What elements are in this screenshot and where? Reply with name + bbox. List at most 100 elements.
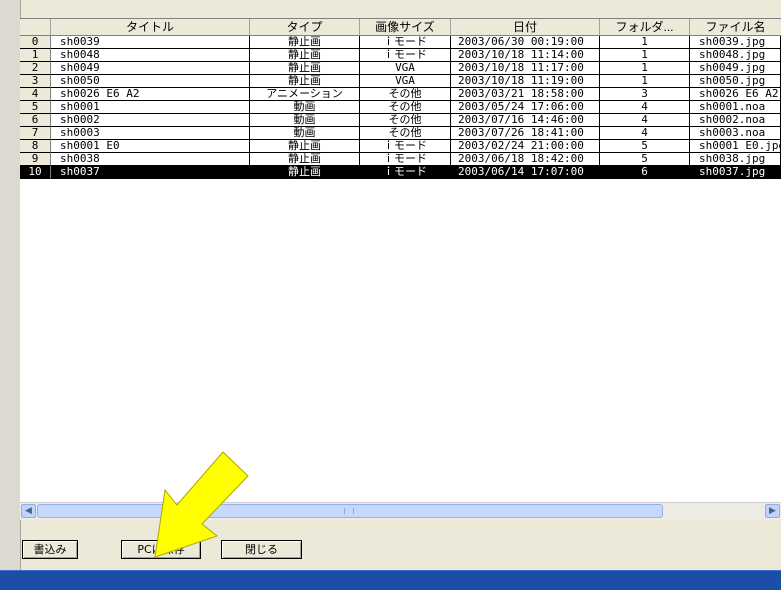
table-row[interactable]: 9 sh0038 静止画 ｉモード 2003/06/18 18:42:00 5 sh0038… [20,153,781,166]
scroll-right-arrow-icon[interactable]: ▶ [765,504,780,518]
cell-file: sh0002.noa [690,114,781,127]
cell-title: sh0050 [51,75,250,88]
column-header-date[interactable]: 日付 [451,19,600,36]
cell-title: sh0049 [51,62,250,75]
cell-date: 2003/05/24 17:06:00 [451,101,600,114]
table-row[interactable]: 10 sh0037 静止画 ｉモード 2003/06/14 17:07:00 6 sh003… [20,166,781,179]
table-row[interactable]: 6 sh0002 動画 その他 2003/07/16 14:46:00 4 sh0002.n… [20,114,781,127]
cell-title: sh0001 E0 [51,140,250,153]
cell-folder: 1 [600,36,690,49]
column-header-image-size[interactable]: 画像サイズ [360,19,451,36]
cell-file: sh0050.jpg [690,75,781,88]
scroll-left-arrow-icon[interactable]: ◀ [21,504,36,518]
cell-idx: 2 [20,62,51,75]
close-button[interactable]: 閉じる [221,540,302,559]
column-header-title[interactable]: タイトル [51,19,250,36]
table-row[interactable]: 2 sh0049 静止画 VGA 2003/10/18 11:17:00 1 sh0049.… [20,62,781,75]
cell-folder: 1 [600,62,690,75]
cell-date: 2003/03/21 18:58:00 [451,88,600,101]
cell-type: 静止画 [250,36,360,49]
table-row[interactable]: 3 sh0050 静止画 VGA 2003/10/18 11:19:00 1 sh0050.… [20,75,781,88]
cell-file: sh0037.jpg [690,166,781,179]
cell-folder: 4 [600,127,690,140]
cell-title: sh0037 [51,166,250,179]
file-list-grid[interactable]: タイトル タイプ 画像サイズ 日付 フォルダ... ファイル名 0 sh0039 静… [20,18,781,503]
column-header-type[interactable]: タイプ [250,19,360,36]
table-row[interactable]: 0 sh0039 静止画 ｉモード 2003/06/30 00:19:00 1 sh0039… [20,36,781,49]
table-row[interactable]: 5 sh0001 動画 その他 2003/05/24 17:06:00 4 sh0001.n… [20,101,781,114]
cell-folder: 3 [600,88,690,101]
table-row[interactable]: 7 sh0003 動画 その他 2003/07/26 18:41:00 4 sh0003.n… [20,127,781,140]
cell-file: sh0038.jpg [690,153,781,166]
cell-size: VGA [360,75,451,88]
cell-idx: 7 [20,127,51,140]
cell-type: 静止画 [250,153,360,166]
taskbar [0,570,781,590]
cell-size: ｉモード [360,166,451,179]
cell-file: sh0049.jpg [690,62,781,75]
cell-idx: 3 [20,75,51,88]
cell-date: 2003/10/18 11:17:00 [451,62,600,75]
cell-type: 静止画 [250,62,360,75]
cell-file: sh0039.jpg [690,36,781,49]
cell-date: 2003/07/26 18:41:00 [451,127,600,140]
cell-folder: 4 [600,114,690,127]
cell-type: 静止画 [250,166,360,179]
table-row[interactable]: 4 sh0026 E6 A2 アニメーション その他 2003/03/21 18:58:… [20,88,781,101]
cell-folder: 5 [600,140,690,153]
cell-type: 動画 [250,101,360,114]
cell-file: sh0026 E6 A2 [690,88,781,101]
cell-size: ｉモード [360,153,451,166]
cell-date: 2003/02/24 21:00:00 [451,140,600,153]
write-button[interactable]: 書込み [22,540,78,559]
cell-idx: 10 [20,166,51,179]
cell-date: 2003/07/16 14:46:00 [451,114,600,127]
cell-file: sh0001.noa [690,101,781,114]
cell-type: 動画 [250,114,360,127]
cell-idx: 0 [20,36,51,49]
cell-title: sh0001 [51,101,250,114]
cell-size: その他 [360,127,451,140]
cell-idx: 4 [20,88,51,101]
cell-date: 2003/10/18 11:14:00 [451,49,600,62]
cell-folder: 6 [600,166,690,179]
cell-folder: 1 [600,75,690,88]
window-left-border [0,0,21,570]
cell-size: その他 [360,101,451,114]
horizontal-scrollbar[interactable]: ◀ ▶ [20,502,781,520]
cell-type: アニメーション [250,88,360,101]
cell-idx: 5 [20,101,51,114]
table-row[interactable]: 8 sh0001 E0 静止画 ｉモード 2003/02/24 21:00:00 5 sh0… [20,140,781,153]
cell-size: ｉモード [360,36,451,49]
cell-size: その他 [360,88,451,101]
cell-type: 静止画 [250,140,360,153]
cell-title: sh0048 [51,49,250,62]
cell-idx: 1 [20,49,51,62]
column-header-filename[interactable]: ファイル名 [690,19,781,36]
cell-idx: 9 [20,153,51,166]
save-to-pc-button[interactable]: PCに保存 [121,540,201,559]
cell-date: 2003/06/18 18:42:00 [451,153,600,166]
scroll-thumb[interactable] [37,504,663,518]
column-header-folder[interactable]: フォルダ... [600,19,690,36]
scroll-grip-icon [344,508,354,514]
cell-file: sh0001 E0.jpg [690,140,781,153]
cell-type: 動画 [250,127,360,140]
cell-date: 2003/06/14 17:07:00 [451,166,600,179]
cell-file: sh0003.noa [690,127,781,140]
cell-folder: 5 [600,153,690,166]
table-row[interactable]: 1 sh0048 静止画 ｉモード 2003/10/18 11:14:00 1 sh0048… [20,49,781,62]
cell-size: VGA [360,62,451,75]
cell-type: 静止画 [250,75,360,88]
cell-title: sh0038 [51,153,250,166]
cell-type: 静止画 [250,49,360,62]
cell-folder: 4 [600,101,690,114]
cell-file: sh0048.jpg [690,49,781,62]
cell-idx: 6 [20,114,51,127]
cell-title: sh0039 [51,36,250,49]
cell-size: ｉモード [360,140,451,153]
column-header-index[interactable] [20,19,51,36]
cell-size: ｉモード [360,49,451,62]
cell-idx: 8 [20,140,51,153]
cell-title: sh0026 E6 A2 [51,88,250,101]
